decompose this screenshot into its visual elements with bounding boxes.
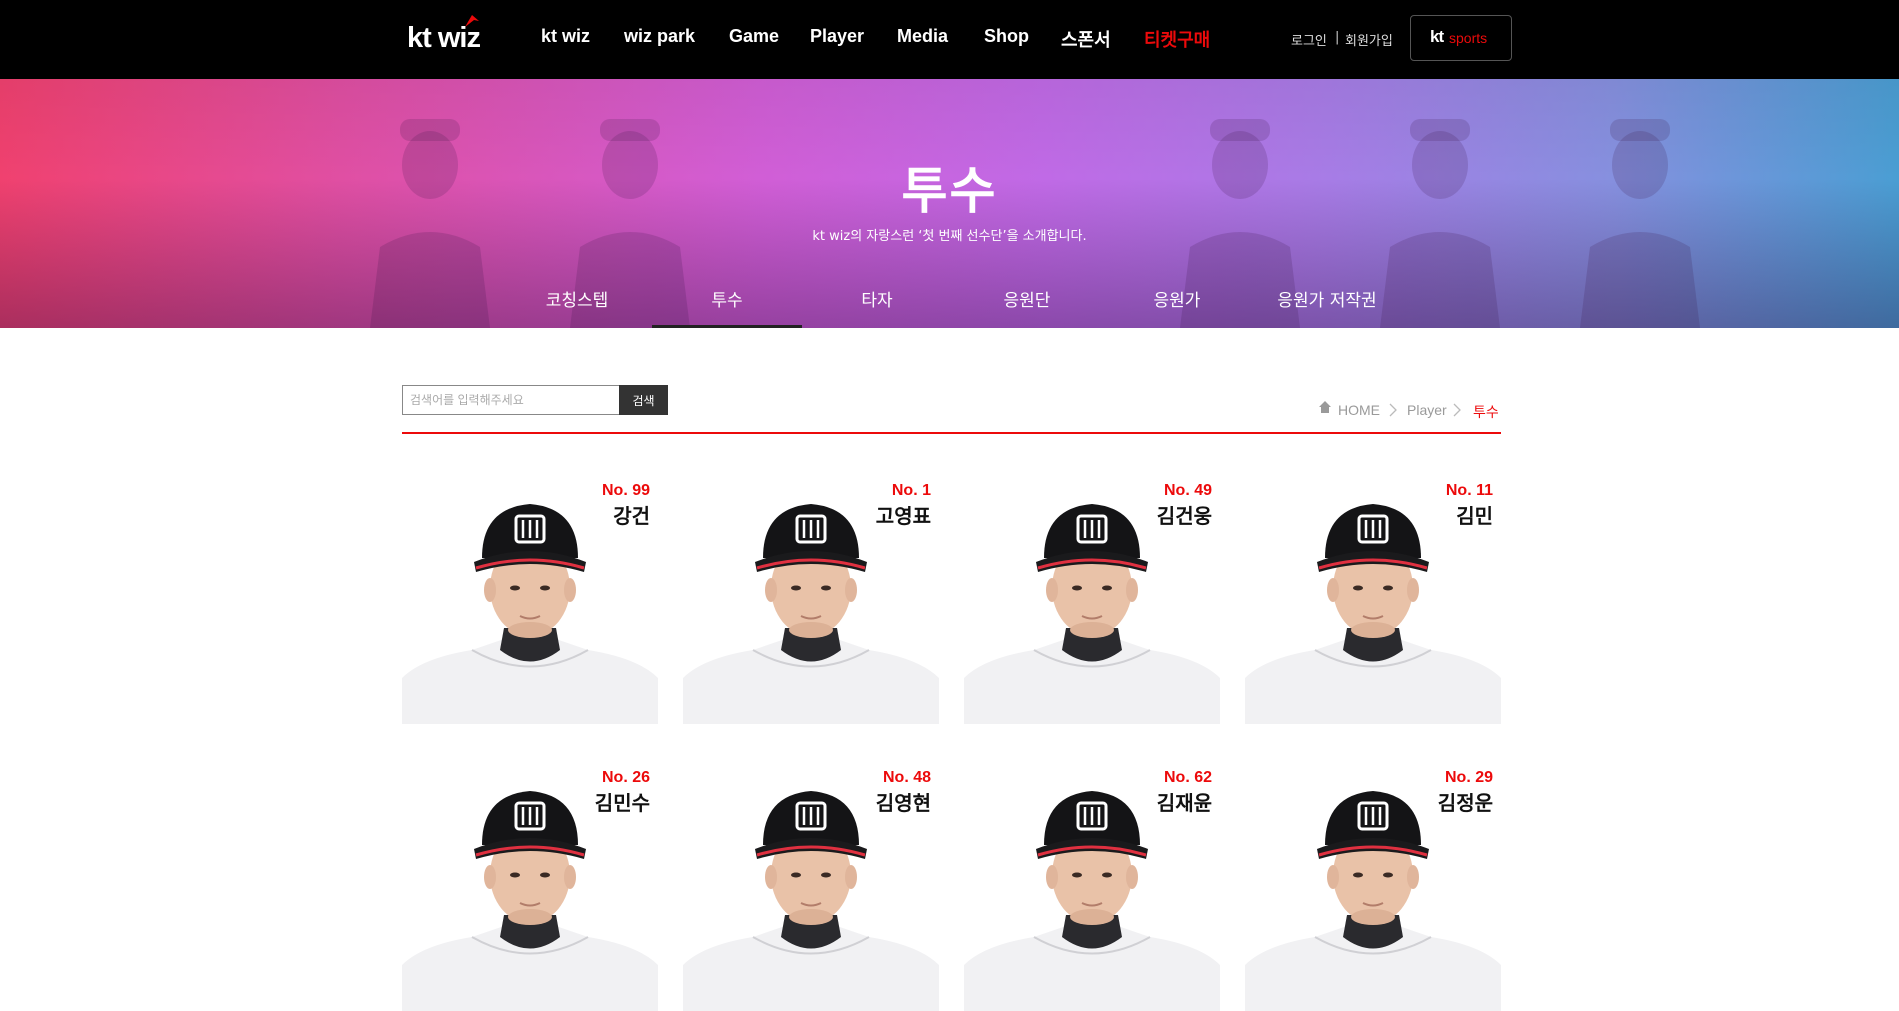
chevron-right-icon: [1453, 403, 1461, 417]
breadcrumb-player[interactable]: Player: [1407, 402, 1447, 418]
nav-game[interactable]: Game: [729, 26, 779, 47]
signup-link[interactable]: 회원가입: [1345, 30, 1393, 49]
player-name: 김정운: [1437, 793, 1493, 815]
tab-cheer-songs[interactable]: 응원가: [1102, 286, 1252, 311]
nav-shop[interactable]: Shop: [984, 26, 1029, 47]
tab-cheer-squad[interactable]: 응원단: [952, 286, 1102, 311]
player-card[interactable]: No. 29 김정운: [1245, 765, 1501, 1011]
player-number: No. 29: [1444, 769, 1493, 786]
logo-text: kt wiz: [407, 22, 481, 54]
tab-cheer-song-copyright[interactable]: 응원가 저작권: [1252, 286, 1402, 311]
player-name: 김건웅: [1156, 506, 1212, 528]
hero-banner: 투수 kt wiz의 자랑스런 ‘첫 번째 선수단’을 소개합니다. 코칭스텝 …: [0, 79, 1899, 328]
player-name: 김재윤: [1156, 793, 1212, 815]
kt-sports-button[interactable]: kt sports: [1410, 15, 1512, 61]
tab-batter[interactable]: 타자: [802, 286, 952, 311]
page-subtitle: kt wiz의 자랑스런 ‘첫 번째 선수단’을 소개합니다.: [812, 229, 1087, 244]
player-number: No. 26: [601, 769, 650, 786]
section-divider: [402, 432, 1501, 434]
nav-player[interactable]: Player: [810, 26, 864, 47]
page-title: 투수: [901, 163, 998, 219]
player-card[interactable]: No. 11 김민: [1245, 478, 1501, 724]
login-link[interactable]: 로그인: [1291, 30, 1327, 49]
player-card[interactable]: No. 99 강건: [402, 478, 658, 724]
player-number: No. 62: [1163, 769, 1212, 786]
breadcrumb-home[interactable]: HOME: [1338, 402, 1380, 418]
player-card[interactable]: No. 48 김영현: [683, 765, 939, 1011]
kt-sports-kt: kt: [1430, 27, 1444, 46]
nav-wiz-park[interactable]: wiz park: [624, 26, 695, 47]
nav-ticket[interactable]: 티켓구매: [1144, 26, 1210, 52]
nav-kt-wiz[interactable]: kt wiz: [541, 26, 590, 47]
home-icon: [1319, 401, 1331, 413]
player-card[interactable]: No. 49 김건웅: [964, 478, 1220, 724]
chevron-right-icon: [1389, 403, 1397, 417]
player-card[interactable]: No. 1 고영표: [683, 478, 939, 724]
player-name: 김영현: [875, 793, 931, 815]
tab-coaching-staff[interactable]: 코칭스텝: [502, 286, 652, 311]
kt-wiz-logo[interactable]: kt wiz: [405, 14, 495, 54]
breadcrumb-current: 투수: [1473, 404, 1499, 420]
player-number: No. 11: [1445, 482, 1493, 499]
search-input[interactable]: [402, 385, 620, 415]
player-number: No. 49: [1163, 482, 1212, 499]
tab-pitcher[interactable]: 투수: [652, 286, 802, 311]
player-number: No. 1: [891, 482, 931, 499]
top-navigation-bar: kt wiz kt wiz wiz park Game Player Media…: [0, 0, 1899, 79]
nav-sponsor[interactable]: 스폰서: [1061, 26, 1111, 52]
player-card[interactable]: No. 62 김재윤: [964, 765, 1220, 1011]
search-button[interactable]: 검색: [619, 385, 668, 415]
nav-media[interactable]: Media: [897, 26, 948, 47]
player-name: 김민수: [594, 793, 650, 815]
util-separator: |: [1335, 30, 1340, 45]
player-number: No. 48: [882, 769, 931, 786]
kt-sports-sports: sports: [1449, 30, 1488, 46]
player-number: No. 99: [601, 482, 650, 499]
player-name: 고영표: [875, 506, 931, 528]
player-name: 강건: [613, 506, 650, 528]
active-tab-indicator: [652, 325, 802, 328]
player-name: 김민: [1456, 506, 1493, 528]
player-card[interactable]: No. 26 김민수: [402, 765, 658, 1011]
